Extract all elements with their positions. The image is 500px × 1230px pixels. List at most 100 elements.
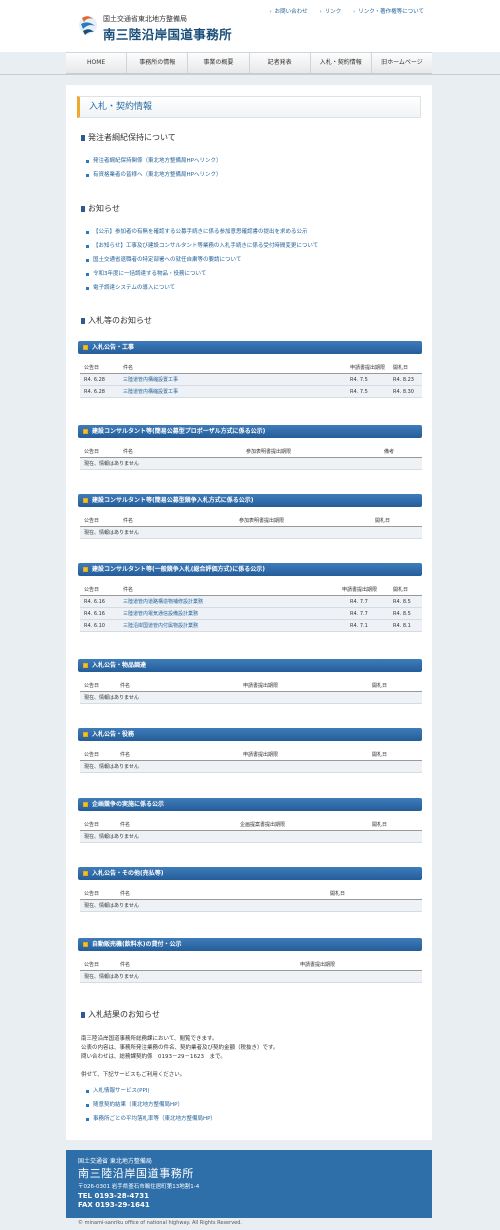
col-subject: 件名: [120, 752, 131, 758]
col-opening: 開札日: [372, 683, 388, 689]
empty-row: 現在、情報はありません: [80, 458, 422, 470]
nav-press[interactable]: 記者発表: [250, 53, 311, 73]
results-line: 南三陸沿岸国道事務所総務課において、閲覧できます。: [81, 1036, 218, 1042]
empty-row: 現在、情報はありません: [80, 900, 422, 912]
footer-org: 国土交通省 東北地方整備局: [78, 1158, 152, 1165]
notice-link[interactable]: 国土交通省退職者の特定部署への就任自粛等の要請について: [86, 257, 318, 271]
site-footer: 国土交通省 東北地方整備局 南三陸沿岸国道事務所 〒026-0301 岩手県釜石…: [66, 1150, 432, 1218]
links-link[interactable]: リンク: [319, 9, 341, 15]
cell-opening: R4. 8.23: [393, 377, 414, 383]
compliance-link[interactable]: 発注者綱紀保持関係（東北地方整備局HPへリンク）: [86, 158, 221, 172]
cell-date: R4. 6.16: [84, 611, 105, 617]
table-header-row: 公告日 件名 申請書提出期限 開札日: [80, 749, 422, 761]
table-services: 公告日 件名 申請書提出期限 開札日 現在、情報はありません: [80, 749, 422, 773]
col-deadline: 申請書提出期限: [350, 365, 386, 371]
col-opening: 開札日: [372, 822, 388, 828]
service-link[interactable]: 随意契約結果（東北地方整備局HP）: [86, 1102, 216, 1116]
cell-subject-link[interactable]: 三陸沿岸国道管内付属物設計業務: [123, 620, 198, 632]
notices-heading: お知らせ: [81, 204, 120, 214]
logo-icon: [79, 16, 97, 35]
compliance-link[interactable]: 有資格業者の皆様へ（東北地方整備局HPへリンク）: [86, 172, 221, 186]
table-simple-bid: 公告日 件名 参加表明書提出期限 開札日 現在、情報はありません: [80, 515, 422, 539]
nav-bids[interactable]: 入札・契約情報: [311, 53, 372, 73]
table-row: R4. 6.16 三陸道管内道路構造物補修設計業務 R4. 7.7 R4. 8.…: [80, 596, 422, 608]
table-sales: 公告日 件名 開札日 現在、情報はありません: [80, 888, 422, 912]
cell-deadline: R4. 7.1: [350, 623, 368, 629]
col-subject: 件名: [120, 683, 131, 689]
table-goods: 公告日 件名 申請書提出期限 開札日 現在、情報はありません: [80, 680, 422, 704]
page: 国土交通省東北地方整備局 南三陸沿岸国道事務所 お問い合わせ リンク リンク・著…: [0, 0, 500, 1230]
results-paragraph: 南三陸沿岸国道事務所総務課において、閲覧できます。 公表の内容は、事務所発注業務…: [81, 1035, 278, 1062]
table-header-row: 公告日 件名 申請書提出期限 開札日: [80, 362, 422, 374]
nav-old-site[interactable]: 旧ホームページ: [372, 53, 432, 73]
cell-subject-link[interactable]: 三陸道管内構縮設置工事: [123, 386, 178, 398]
col-date: 公告日: [84, 449, 100, 455]
col-remarks: 備考: [384, 449, 395, 455]
site-header: 国土交通省東北地方整備局 南三陸沿岸国道事務所 お問い合わせ リンク リンク・著…: [0, 0, 500, 52]
copyright-link[interactable]: リンク・著作権等について: [353, 9, 424, 15]
col-date: 公告日: [84, 683, 100, 689]
col-deadline: 申請書提出期限: [243, 752, 279, 758]
col-opening: 開札日: [372, 752, 388, 758]
cell-opening: R4. 8.5: [393, 611, 411, 617]
notice-link[interactable]: 【公示】参加者の有無を確認する公募手続きに係る参加意思確認書の提出を求める公示: [86, 229, 318, 243]
service-link[interactable]: 事務所ごとの平均落札率等（東北地方整備局HP）: [86, 1116, 216, 1130]
nav-home[interactable]: HOME: [66, 53, 128, 73]
col-opening: 開札日: [393, 365, 409, 371]
col-date: 公告日: [84, 365, 100, 371]
section-bar-vending: 自動販売機(飲料水)の貸付・公示: [78, 938, 422, 951]
footer-tel: TEL 0193-28-4731: [78, 1192, 149, 1200]
site-title[interactable]: 南三陸沿岸国道事務所: [103, 24, 232, 43]
col-deadline: 申請書提出期限: [243, 683, 279, 689]
footer-address: 〒026-0301 岩手県釜石市鵜住居町第13地割1-4: [78, 1184, 200, 1190]
services-links: 入札情報サービス(PPI) 随意契約結果（東北地方整備局HP） 事務所ごとの平均…: [86, 1088, 216, 1130]
section-bar-sales: 入札公告・その他(売払等): [78, 867, 422, 880]
service-link[interactable]: 入札情報サービス(PPI): [86, 1088, 216, 1102]
nav-projects[interactable]: 事業の概要: [188, 53, 250, 73]
empty-row: 現在、情報はありません: [80, 527, 422, 539]
notice-link[interactable]: 【お知らせ】工事及び建設コンサルタント等業務の入札手続きに係る受付時間変更につい…: [86, 243, 318, 257]
cell-deadline: R4. 7.7: [350, 611, 368, 617]
cell-date: R4. 6.16: [84, 599, 105, 605]
cell-date: R4. 6.28: [84, 389, 105, 395]
results-line: 公表の内容は、事務所発注業務の件名、契約業者及び契約金額（税抜き）です。: [81, 1045, 279, 1051]
cell-subject-link[interactable]: 三陸道管内構縮設置工事: [123, 374, 178, 386]
col-subject: 件名: [120, 891, 131, 897]
table-header-row: 公告日 件名 参加表明書提出期限 開札日: [80, 515, 422, 527]
cell-opening: R4. 8.30: [393, 389, 414, 395]
col-subject: 件名: [120, 962, 131, 968]
col-subject: 件名: [123, 587, 134, 593]
nav-office-info[interactable]: 事務所の情報: [127, 53, 189, 73]
table-vending: 公告日 件名 申請書提出期限 現在、情報はありません: [80, 959, 422, 983]
col-date: 公告日: [84, 752, 100, 758]
col-deadline: 参加表明書提出期限: [246, 449, 292, 455]
cell-deadline: R4. 7.5: [350, 377, 368, 383]
compliance-heading: 発注者綱紀保持について: [81, 133, 176, 143]
col-deadline: 企画提案書提出期限: [240, 822, 286, 828]
results-line: 問い合わせは、総務課契約係 0193－29－1623 まで。: [81, 1054, 226, 1060]
table-planning: 公告日 件名 企画提案書提出期限 開札日 現在、情報はありません: [80, 819, 422, 843]
notice-link[interactable]: 電子調達システムの導入について: [86, 285, 318, 299]
contact-link[interactable]: お問い合わせ: [269, 9, 307, 15]
section-bar-general-bid: 建設コンサルタント等(一般競争入札(総合評価方式)に係る公示): [78, 563, 422, 576]
col-subject: 件名: [123, 518, 134, 524]
section-bar-construction: 入札公告・工事: [78, 341, 422, 354]
notice-link[interactable]: 令和3年度に一括調達する物品・役務について: [86, 271, 318, 285]
col-opening: 開札日: [393, 587, 409, 593]
cell-date: R4. 6.10: [84, 623, 105, 629]
cell-subject-link[interactable]: 三陸道管内道路構造物補修設計業務: [123, 596, 203, 608]
footer-fax: FAX 0193-29-1641: [78, 1201, 150, 1209]
cell-subject-link[interactable]: 三陸道管内電気通信設備設計業務: [123, 608, 198, 620]
empty-row: 現在、情報はありません: [80, 692, 422, 704]
global-nav: HOME 事務所の情報 事業の概要 記者発表 入札・契約情報 旧ホームページ: [66, 52, 432, 74]
col-deadline: 申請書提出期限: [300, 962, 336, 968]
footer-title: 南三陸沿岸国道事務所: [78, 1167, 194, 1180]
col-date: 公告日: [84, 587, 100, 593]
col-opening: 開札日: [330, 891, 346, 897]
col-subject: 件名: [120, 822, 131, 828]
col-date: 公告日: [84, 518, 100, 524]
col-deadline: 参加表明書提出期限: [239, 518, 285, 524]
table-header-row: 公告日 件名 申請書提出期限 開札日: [80, 584, 422, 596]
bid-notices-heading: 入札等のお知らせ: [81, 316, 152, 326]
section-bar-services: 入札公告・役務: [78, 728, 422, 741]
